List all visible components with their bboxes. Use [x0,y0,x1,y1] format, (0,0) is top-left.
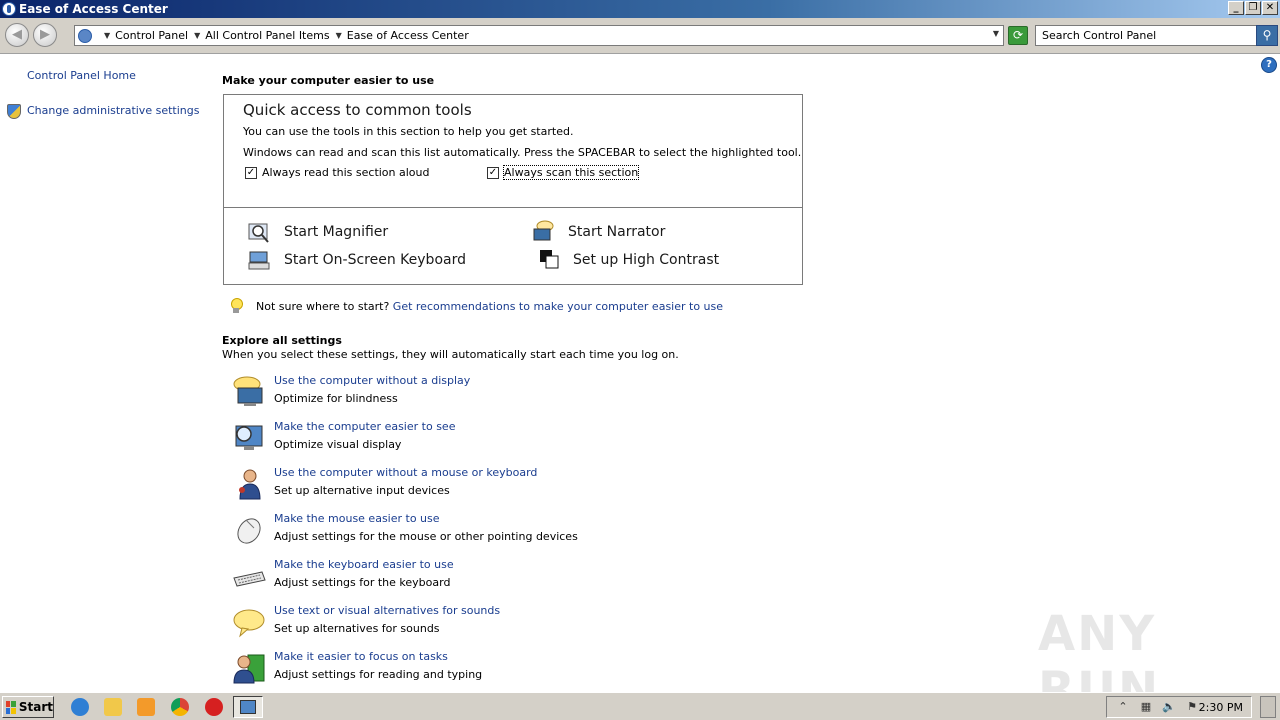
forward-button[interactable]: ▶ [33,23,57,47]
recommendations-link[interactable]: Get recommendations to make your compute… [393,300,723,313]
control-panel-home-link[interactable]: Control Panel Home [27,69,136,82]
chevron-up-icon[interactable]: ⌃ [1116,700,1130,714]
monitor-speech-icon [233,376,263,406]
quick-access-title: Quick access to common tools [243,101,472,119]
change-admin-settings-link[interactable]: Change administrative settings [27,104,199,117]
speech-bubble-icon [233,609,265,638]
setting-description: Optimize visual display [274,438,402,451]
chevron-down-icon[interactable]: ▼ [336,31,342,40]
high-contrast-icon [540,250,559,269]
title-bar: Ease of Access Center _ ❐ ✕ [0,0,1280,18]
search-input[interactable]: Search Control Panel [1035,25,1257,46]
setting-item[interactable]: Use the computer without a mouse or keyb… [230,466,730,506]
chevron-down-icon[interactable]: ▼ [194,31,200,40]
opera-icon[interactable] [205,698,223,716]
focus-person-icon [233,654,265,684]
setting-description: Adjust settings for the mouse or other p… [274,530,578,543]
window-title: Ease of Access Center [19,2,168,16]
monitor-magnify-icon [235,425,263,450]
mouse-icon [237,518,261,544]
setting-title[interactable]: Use text or visual alternatives for soun… [274,604,500,617]
network-icon[interactable]: ▦ [1139,700,1153,714]
start-magnifier-link[interactable]: Start Magnifier [284,224,388,240]
narrator-icon [533,220,554,241]
windows-logo-icon [6,700,16,714]
taskbar: Start ⌃ ▦ 🔈 ⚑ 2:30 PM [0,692,1280,720]
breadcrumb-all-items[interactable]: All Control Panel Items [205,29,329,42]
setting-item[interactable]: Make the computer easier to see Optimize… [230,420,730,460]
setting-title[interactable]: Make the keyboard easier to use [274,558,454,571]
internet-explorer-icon[interactable] [71,698,89,716]
setting-item[interactable]: Use the computer without a display Optim… [230,374,730,414]
setting-title[interactable]: Make the mouse easier to use [274,512,440,525]
setting-item[interactable]: Make the mouse easier to use Adjust sett… [230,512,730,552]
control-panel-icon [240,700,256,714]
search-icon[interactable]: ⚲ [1256,25,1278,46]
magnifier-icon [248,223,269,243]
flag-icon[interactable]: ⚑ [1185,700,1199,714]
setting-description: Adjust settings for reading and typing [274,668,483,681]
quick-access-line2: Windows can read and scan this list auto… [243,146,802,159]
page-heading: Make your computer easier to use [222,74,435,87]
high-contrast-link[interactable]: Set up High Contrast [573,252,719,268]
help-icon[interactable]: ? [1261,57,1277,73]
lightbulb-icon [230,298,243,314]
navigation-bar: ◀ ▶ ▼ Control Panel ▼ All Control Panel … [0,18,1280,54]
start-narrator-link[interactable]: Start Narrator [568,224,665,240]
system-tray: ⌃ ▦ 🔈 ⚑ 2:30 PM [1106,696,1252,718]
start-button[interactable]: Start [2,696,54,718]
setting-title[interactable]: Use the computer without a mouse or keyb… [274,466,537,479]
divider [224,207,802,208]
scan-section-label[interactable]: Always scan this section [502,165,640,180]
volume-icon[interactable]: 🔈 [1162,700,1176,714]
read-aloud-label[interactable]: Always read this section aloud [262,166,430,179]
setting-title[interactable]: Make it easier to focus on tasks [274,650,448,663]
person-icon [239,469,261,500]
read-aloud-checkbox[interactable]: ✓ [245,167,257,179]
back-button[interactable]: ◀ [5,23,29,47]
explore-heading: Explore all settings [222,334,342,347]
clock[interactable]: 2:30 PM [1199,701,1243,714]
chevron-down-icon[interactable]: ▼ [104,31,110,40]
media-player-icon[interactable] [137,698,155,716]
breadcrumb-control-panel[interactable]: Control Panel [115,29,188,42]
on-screen-keyboard-icon [248,251,270,270]
scan-section-checkbox[interactable]: ✓ [487,167,499,179]
control-panel-icon [78,28,92,43]
setting-item[interactable]: Make it easier to focus on tasks Adjust … [230,650,730,690]
explore-subheading: When you select these settings, they wil… [222,348,679,361]
address-bar[interactable]: ▼ Control Panel ▼ All Control Panel Item… [74,25,1004,46]
start-label: Start [18,700,53,714]
window-controls: _ ❐ ✕ [1228,1,1278,15]
start-on-screen-keyboard-link[interactable]: Start On-Screen Keyboard [284,252,466,268]
shield-icon [7,104,21,119]
control-panel-taskbar-button[interactable] [233,696,263,718]
keyboard-icon [233,571,266,587]
minimize-button[interactable]: _ [1228,1,1244,15]
setting-description: Set up alternatives for sounds [274,622,440,635]
setting-title[interactable]: Make the computer easier to see [274,420,455,433]
file-explorer-icon[interactable] [104,698,122,716]
quick-access-line1: You can use the tools in this section to… [243,125,574,138]
refresh-button[interactable]: ⟳ [1008,26,1028,45]
chrome-icon[interactable] [171,698,189,716]
setting-title[interactable]: Use the computer without a display [274,374,470,387]
setting-description: Adjust settings for the keyboard [274,576,451,589]
recommendation-tip: Not sure where to start? Get recommendat… [230,298,723,314]
setting-description: Optimize for blindness [274,392,398,405]
setting-item[interactable]: Make the keyboard easier to use Adjust s… [230,558,730,598]
breadcrumb-ease-of-access[interactable]: Ease of Access Center [347,29,469,42]
tip-prefix: Not sure where to start? [256,299,390,313]
restore-button[interactable]: ❐ [1245,1,1261,15]
setting-item[interactable]: Use text or visual alternatives for soun… [230,604,730,644]
close-button[interactable]: ✕ [1262,1,1278,15]
address-dropdown-icon[interactable]: ▼ [993,29,999,38]
setting-description: Set up alternative input devices [274,484,450,497]
quick-access-panel: Quick access to common tools You can use… [223,94,803,285]
ease-of-access-icon [2,2,16,16]
show-desktop-button[interactable] [1260,696,1276,718]
